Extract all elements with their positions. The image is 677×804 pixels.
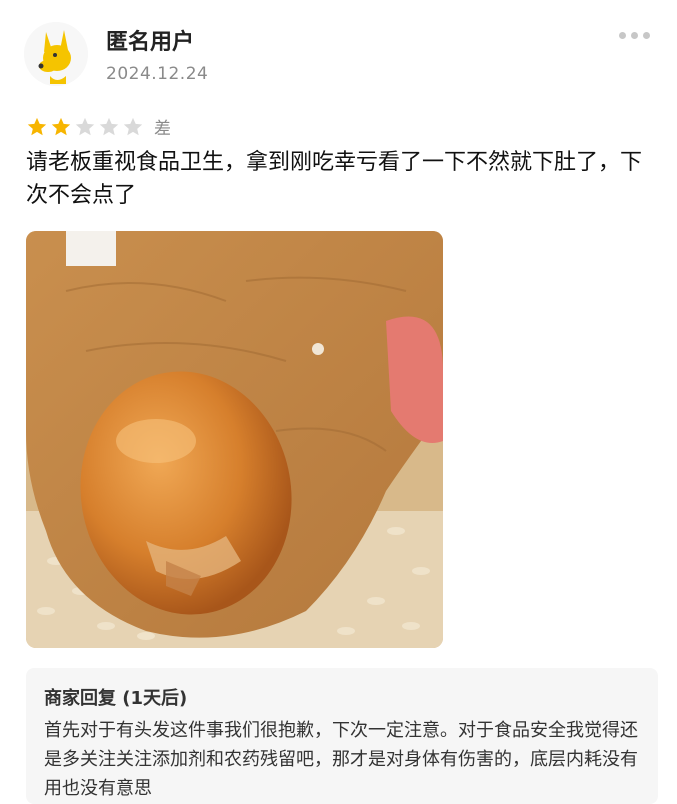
- star-filled-icon: [51, 117, 71, 135]
- avatar[interactable]: [24, 22, 88, 86]
- star-filled-icon: [27, 117, 47, 135]
- merchant-reply: 商家回复 (1天后) 首先对于有头发这件事我们很抱歉，下次一定注意。对于食品安全…: [26, 668, 658, 804]
- star-rating: 差: [26, 114, 171, 139]
- review-header: 匿名用户 2024.12.24: [24, 22, 654, 92]
- merchant-reply-title: 商家回复 (1天后): [44, 688, 188, 709]
- star-empty-icon: [75, 117, 95, 135]
- more-dots-icon[interactable]: [619, 32, 650, 39]
- review-photo[interactable]: [26, 231, 443, 648]
- food-photo-image: [26, 231, 443, 648]
- star-empty-icon: [99, 117, 119, 135]
- username: 匿名用户: [106, 30, 195, 55]
- merchant-reply-text: 首先对于有头发这件事我们很抱歉，下次一定注意。对于食品安全我觉得还是多关注关注添…: [44, 720, 638, 799]
- rating-label: 差: [154, 119, 171, 139]
- stars: [26, 116, 146, 138]
- review-text: 请老板重视食品卫生，拿到刚吃幸亏看了一下不然就下肚了，下次不会点了: [26, 150, 643, 208]
- star-empty-icon: [123, 117, 143, 135]
- review-date: 2024.12.24: [106, 64, 209, 84]
- dog-avatar-icon: [24, 22, 88, 86]
